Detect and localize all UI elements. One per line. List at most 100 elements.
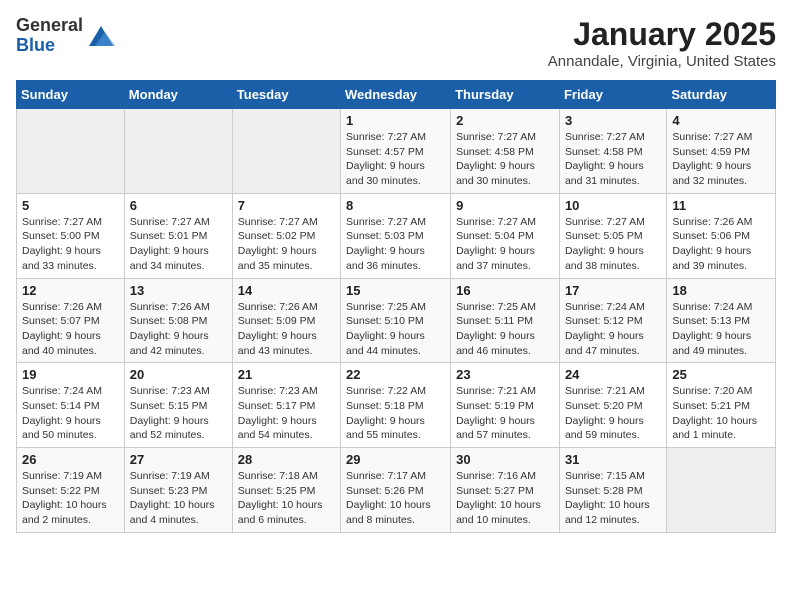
calendar-cell: 30 Sunrise: 7:16 AM Sunset: 5:27 PM Dayli… — [451, 448, 560, 533]
calendar-week-row: 5 Sunrise: 7:27 AM Sunset: 5:00 PM Daylig… — [17, 193, 776, 278]
day-number: 13 — [130, 283, 227, 298]
calendar-cell — [17, 109, 125, 194]
day-number: 9 — [456, 198, 554, 213]
day-info: Sunrise: 7:24 AM Sunset: 5:14 PM Dayligh… — [22, 384, 119, 443]
weekday-header: Wednesday — [341, 81, 451, 109]
calendar-table: SundayMondayTuesdayWednesdayThursdayFrid… — [16, 80, 776, 533]
day-number: 3 — [565, 113, 661, 128]
calendar-cell: 2 Sunrise: 7:27 AM Sunset: 4:58 PM Daylig… — [451, 109, 560, 194]
calendar-cell: 20 Sunrise: 7:23 AM Sunset: 5:15 PM Dayli… — [124, 363, 232, 448]
weekday-header-row: SundayMondayTuesdayWednesdayThursdayFrid… — [17, 81, 776, 109]
logo-text: General Blue — [16, 16, 83, 56]
day-info: Sunrise: 7:27 AM Sunset: 4:59 PM Dayligh… — [672, 130, 770, 189]
calendar-week-row: 19 Sunrise: 7:24 AM Sunset: 5:14 PM Dayli… — [17, 363, 776, 448]
calendar-week-row: 1 Sunrise: 7:27 AM Sunset: 4:57 PM Daylig… — [17, 109, 776, 194]
calendar-cell: 4 Sunrise: 7:27 AM Sunset: 4:59 PM Daylig… — [667, 109, 776, 194]
day-info: Sunrise: 7:25 AM Sunset: 5:10 PM Dayligh… — [346, 300, 445, 359]
day-info: Sunrise: 7:27 AM Sunset: 5:04 PM Dayligh… — [456, 215, 554, 274]
day-number: 5 — [22, 198, 119, 213]
day-number: 25 — [672, 367, 770, 382]
day-info: Sunrise: 7:24 AM Sunset: 5:13 PM Dayligh… — [672, 300, 770, 359]
location: Annandale, Virginia, United States — [548, 53, 776, 70]
month-title: January 2025 — [548, 16, 776, 53]
day-info: Sunrise: 7:18 AM Sunset: 5:25 PM Dayligh… — [238, 469, 335, 528]
day-number: 1 — [346, 113, 445, 128]
calendar-cell: 1 Sunrise: 7:27 AM Sunset: 4:57 PM Daylig… — [341, 109, 451, 194]
calendar-cell: 16 Sunrise: 7:25 AM Sunset: 5:11 PM Dayli… — [451, 278, 560, 363]
day-info: Sunrise: 7:26 AM Sunset: 5:06 PM Dayligh… — [672, 215, 770, 274]
day-info: Sunrise: 7:27 AM Sunset: 4:58 PM Dayligh… — [565, 130, 661, 189]
day-number: 4 — [672, 113, 770, 128]
day-number: 26 — [22, 452, 119, 467]
calendar-week-row: 12 Sunrise: 7:26 AM Sunset: 5:07 PM Dayli… — [17, 278, 776, 363]
calendar-cell: 27 Sunrise: 7:19 AM Sunset: 5:23 PM Dayli… — [124, 448, 232, 533]
day-number: 2 — [456, 113, 554, 128]
calendar-cell: 3 Sunrise: 7:27 AM Sunset: 4:58 PM Daylig… — [559, 109, 666, 194]
day-number: 17 — [565, 283, 661, 298]
day-number: 21 — [238, 367, 335, 382]
calendar-cell: 8Sunrise: 7:27 AM Sunset: 5:03 PM Daylig… — [341, 193, 451, 278]
day-number: 7 — [238, 198, 335, 213]
day-number: 30 — [456, 452, 554, 467]
calendar-cell — [232, 109, 340, 194]
day-info: Sunrise: 7:19 AM Sunset: 5:22 PM Dayligh… — [22, 469, 119, 528]
calendar-cell: 21Sunrise: 7:23 AM Sunset: 5:17 PM Dayli… — [232, 363, 340, 448]
calendar-cell: 29 Sunrise: 7:17 AM Sunset: 5:26 PM Dayli… — [341, 448, 451, 533]
calendar-cell: 14Sunrise: 7:26 AM Sunset: 5:09 PM Dayli… — [232, 278, 340, 363]
day-number: 29 — [346, 452, 445, 467]
day-info: Sunrise: 7:27 AM Sunset: 4:57 PM Dayligh… — [346, 130, 445, 189]
day-info: Sunrise: 7:15 AM Sunset: 5:28 PM Dayligh… — [565, 469, 661, 528]
calendar-cell: 6Sunrise: 7:27 AM Sunset: 5:01 PM Daylig… — [124, 193, 232, 278]
day-number: 18 — [672, 283, 770, 298]
day-info: Sunrise: 7:27 AM Sunset: 4:58 PM Dayligh… — [456, 130, 554, 189]
page-header: General Blue January 2025 Annandale, Vir… — [16, 16, 776, 70]
day-info: Sunrise: 7:23 AM Sunset: 5:15 PM Dayligh… — [130, 384, 227, 443]
day-number: 12 — [22, 283, 119, 298]
calendar-cell: 24 Sunrise: 7:21 AM Sunset: 5:20 PM Dayli… — [559, 363, 666, 448]
day-info: Sunrise: 7:19 AM Sunset: 5:23 PM Dayligh… — [130, 469, 227, 528]
day-number: 20 — [130, 367, 227, 382]
calendar-cell: 19 Sunrise: 7:24 AM Sunset: 5:14 PM Dayli… — [17, 363, 125, 448]
weekday-header: Tuesday — [232, 81, 340, 109]
day-info: Sunrise: 7:27 AM Sunset: 5:00 PM Dayligh… — [22, 215, 119, 274]
day-number: 27 — [130, 452, 227, 467]
day-info: Sunrise: 7:27 AM Sunset: 5:02 PM Dayligh… — [238, 215, 335, 274]
day-number: 15 — [346, 283, 445, 298]
calendar-cell: 5 Sunrise: 7:27 AM Sunset: 5:00 PM Daylig… — [17, 193, 125, 278]
day-info: Sunrise: 7:26 AM Sunset: 5:08 PM Dayligh… — [130, 300, 227, 359]
calendar-cell: 9 Sunrise: 7:27 AM Sunset: 5:04 PM Daylig… — [451, 193, 560, 278]
calendar-cell: 15 Sunrise: 7:25 AM Sunset: 5:10 PM Dayli… — [341, 278, 451, 363]
day-info: Sunrise: 7:26 AM Sunset: 5:07 PM Dayligh… — [22, 300, 119, 359]
day-info: Sunrise: 7:27 AM Sunset: 5:01 PM Dayligh… — [130, 215, 227, 274]
day-number: 19 — [22, 367, 119, 382]
weekday-header: Friday — [559, 81, 666, 109]
day-info: Sunrise: 7:22 AM Sunset: 5:18 PM Dayligh… — [346, 384, 445, 443]
calendar-cell: 26 Sunrise: 7:19 AM Sunset: 5:22 PM Dayli… — [17, 448, 125, 533]
calendar-cell: 11 Sunrise: 7:26 AM Sunset: 5:06 PM Dayli… — [667, 193, 776, 278]
logo-icon — [87, 22, 115, 50]
day-number: 28 — [238, 452, 335, 467]
day-info: Sunrise: 7:24 AM Sunset: 5:12 PM Dayligh… — [565, 300, 661, 359]
calendar-cell — [124, 109, 232, 194]
day-number: 23 — [456, 367, 554, 382]
weekday-header: Sunday — [17, 81, 125, 109]
day-number: 24 — [565, 367, 661, 382]
calendar-cell: 12 Sunrise: 7:26 AM Sunset: 5:07 PM Dayli… — [17, 278, 125, 363]
day-number: 16 — [456, 283, 554, 298]
day-info: Sunrise: 7:17 AM Sunset: 5:26 PM Dayligh… — [346, 469, 445, 528]
day-info: Sunrise: 7:25 AM Sunset: 5:11 PM Dayligh… — [456, 300, 554, 359]
day-info: Sunrise: 7:27 AM Sunset: 5:05 PM Dayligh… — [565, 215, 661, 274]
day-info: Sunrise: 7:16 AM Sunset: 5:27 PM Dayligh… — [456, 469, 554, 528]
title-block: January 2025 Annandale, Virginia, United… — [548, 16, 776, 70]
day-number: 11 — [672, 198, 770, 213]
weekday-header: Saturday — [667, 81, 776, 109]
weekday-header: Thursday — [451, 81, 560, 109]
calendar-week-row: 26 Sunrise: 7:19 AM Sunset: 5:22 PM Dayli… — [17, 448, 776, 533]
logo: General Blue — [16, 16, 115, 56]
day-number: 31 — [565, 452, 661, 467]
calendar-cell: 25 Sunrise: 7:20 AM Sunset: 5:21 PM Dayli… — [667, 363, 776, 448]
day-info: Sunrise: 7:20 AM Sunset: 5:21 PM Dayligh… — [672, 384, 770, 443]
calendar-cell: 17 Sunrise: 7:24 AM Sunset: 5:12 PM Dayli… — [559, 278, 666, 363]
day-info: Sunrise: 7:26 AM Sunset: 5:09 PM Dayligh… — [238, 300, 335, 359]
day-info: Sunrise: 7:21 AM Sunset: 5:20 PM Dayligh… — [565, 384, 661, 443]
